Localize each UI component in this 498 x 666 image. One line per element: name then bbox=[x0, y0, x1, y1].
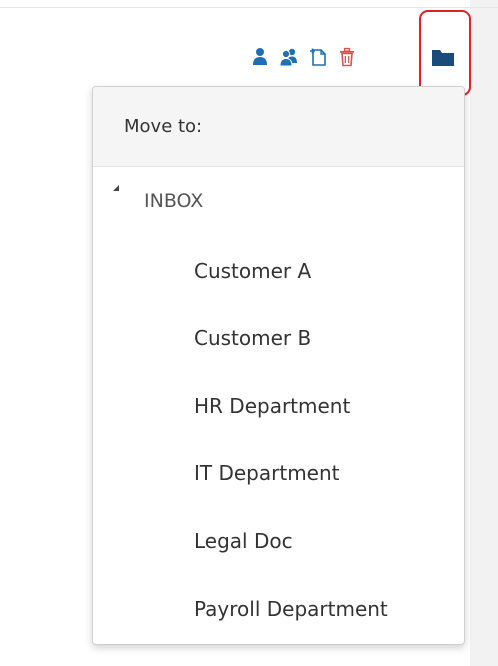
delete-button[interactable] bbox=[337, 46, 357, 68]
folder-item-it-department[interactable]: IT Department bbox=[194, 461, 340, 485]
assign-user-button[interactable] bbox=[250, 46, 270, 68]
dropdown-header: Move to: bbox=[93, 87, 464, 167]
move-folder-trigger[interactable] bbox=[431, 47, 455, 73]
user-icon bbox=[253, 48, 267, 65]
tree-item-inbox[interactable]: INBOX bbox=[93, 167, 464, 235]
assign-group-button[interactable] bbox=[279, 46, 299, 68]
new-document-icon bbox=[310, 48, 326, 66]
top-divider bbox=[0, 7, 498, 8]
tree-item-label: INBOX bbox=[144, 190, 204, 212]
folder-item-hr-department[interactable]: HR Department bbox=[194, 394, 350, 418]
folder-item-customer-b[interactable]: Customer B bbox=[194, 326, 311, 350]
folder-item-payroll-department[interactable]: Payroll Department bbox=[194, 597, 388, 621]
new-document-button[interactable] bbox=[308, 46, 328, 68]
users-icon bbox=[279, 48, 297, 67]
folder-icon bbox=[432, 50, 454, 66]
move-to-dropdown: Move to: INBOX Customer A Customer B HR … bbox=[92, 86, 465, 645]
dropdown-title: Move to: bbox=[124, 116, 203, 137]
folder-item-legal-doc[interactable]: Legal Doc bbox=[194, 529, 293, 553]
trash-icon bbox=[340, 47, 354, 67]
message-toolbar bbox=[250, 44, 366, 70]
folder-item-customer-a[interactable]: Customer A bbox=[194, 259, 311, 283]
expand-triangle-icon[interactable] bbox=[113, 185, 119, 191]
